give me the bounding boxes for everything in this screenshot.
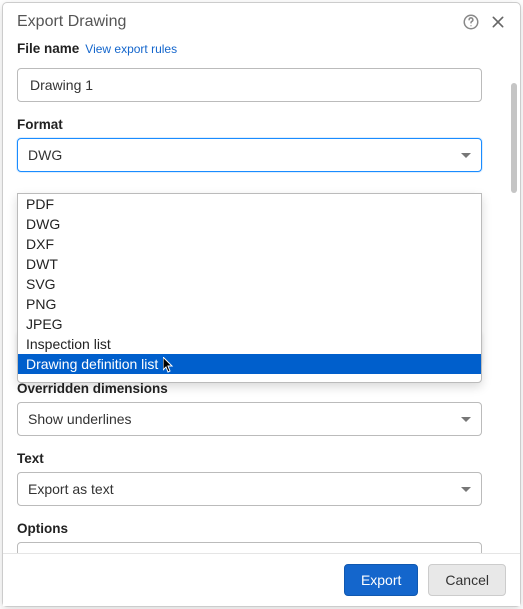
cancel-button[interactable]: Cancel	[428, 564, 506, 596]
format-option-svg[interactable]: SVG	[18, 274, 481, 294]
format-option-inspection-list[interactable]: Inspection list	[18, 334, 481, 354]
close-icon[interactable]	[490, 14, 506, 30]
dialog-footer: Export Cancel	[3, 553, 520, 606]
text-select-value: Export as text	[28, 481, 114, 497]
text-select[interactable]: Export as text	[17, 472, 482, 506]
options-select-value: Download	[28, 551, 90, 553]
dialog-header: Export Drawing	[3, 3, 520, 37]
scrollbar-thumb[interactable]	[511, 83, 517, 193]
format-option-drawing-definition-list[interactable]: Drawing definition list	[18, 354, 481, 374]
text-field: Text Export as text	[17, 450, 506, 506]
dialog-body: File name View export rules Format DWG P…	[3, 37, 520, 553]
chevron-down-icon	[461, 153, 471, 158]
format-option-dxf[interactable]: DXF	[18, 234, 481, 254]
chevron-down-icon	[461, 417, 471, 422]
filename-input[interactable]	[28, 76, 471, 94]
format-option-png[interactable]: PNG	[18, 294, 481, 314]
export-drawing-dialog: Export Drawing File name	[2, 2, 521, 607]
filename-label: File name	[17, 41, 79, 56]
options-select[interactable]: Download	[17, 542, 482, 553]
options-field: Options Download	[17, 520, 506, 553]
options-label: Options	[17, 521, 68, 536]
format-dropdown-panel: PDF DWG DXF DWT SVG PNG JPEG Inspection …	[17, 193, 482, 383]
export-button[interactable]: Export	[344, 564, 418, 596]
view-export-rules-link[interactable]: View export rules	[85, 42, 177, 56]
format-option-jpeg[interactable]: JPEG	[18, 314, 481, 334]
overridden-field: Overridden dimensions Show underlines	[17, 380, 506, 436]
text-label: Text	[17, 451, 44, 466]
filename-field: File name View export rules	[17, 41, 506, 102]
format-label: Format	[17, 117, 63, 132]
format-option-dwg[interactable]: DWG	[18, 214, 481, 234]
format-select[interactable]: DWG	[17, 138, 482, 172]
format-field: Format DWG	[17, 116, 506, 172]
dialog-title: Export Drawing	[17, 13, 462, 31]
filename-input-wrapper	[17, 68, 482, 102]
overridden-select-value: Show underlines	[28, 411, 132, 427]
overridden-select[interactable]: Show underlines	[17, 402, 482, 436]
format-select-value: DWG	[28, 147, 62, 163]
help-icon[interactable]	[462, 13, 480, 31]
overridden-label: Overridden dimensions	[17, 381, 168, 396]
format-option-dwt[interactable]: DWT	[18, 254, 481, 274]
chevron-down-icon	[461, 487, 471, 492]
header-icons	[462, 13, 506, 31]
format-option-pdf[interactable]: PDF	[18, 194, 481, 214]
